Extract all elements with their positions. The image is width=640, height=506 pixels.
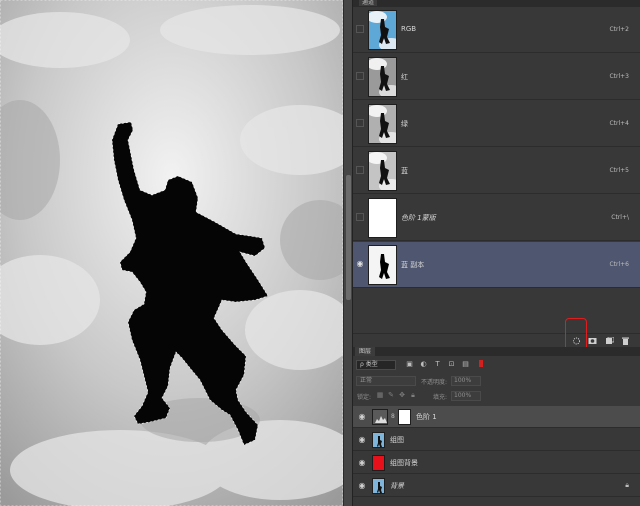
type-filter-icon[interactable]: T <box>433 360 442 369</box>
channel-thumbnail <box>368 57 397 97</box>
eye-icon[interactable]: ◉ <box>357 481 367 490</box>
layers-panel: 图层 ρ 类型 ▣ ◐ T ⊡ ▤ 正常 不透明度: 100% 锁定: ▦ ✎ … <box>352 347 640 506</box>
channel-shortcut: Ctrl+\ <box>611 214 629 221</box>
visibility-toggle[interactable] <box>356 213 364 221</box>
blend-mode-select[interactable]: 正常 <box>356 376 416 386</box>
shape-filter-icon[interactable]: ⊡ <box>447 360 456 369</box>
channel-row-rgb[interactable]: RGB Ctrl+2 <box>353 7 640 53</box>
channel-name: 红 <box>401 73 408 81</box>
layer-row-levels[interactable]: ◉ 8 色阶 1 <box>353 406 640 428</box>
blend-row: 正常 不透明度: 100% <box>353 375 640 387</box>
lock-paint-icon[interactable]: ✎ <box>387 391 395 400</box>
layer-row-background[interactable]: ◉ 背景 🔒︎ <box>353 475 640 497</box>
layer-thumbnail <box>372 432 385 448</box>
tab-channels[interactable]: 通道 <box>359 0 378 6</box>
eye-icon[interactable]: ◉ <box>357 412 367 421</box>
channel-shortcut: Ctrl+3 <box>609 73 629 80</box>
canvas-photo <box>0 0 343 506</box>
visibility-toggle[interactable] <box>356 25 364 33</box>
channel-thumbnail <box>368 198 397 238</box>
layer-row-group-image[interactable]: ◉ 组图 <box>353 429 640 451</box>
channel-name: 色阶 1蒙版 <box>401 214 436 222</box>
layer-thumbnail <box>372 478 385 494</box>
channel-row-levels-mask[interactable]: 色阶 1蒙版 Ctrl+\ <box>353 195 640 241</box>
opacity-label: 不透明度: <box>421 379 448 386</box>
layer-name: 背景 <box>390 482 404 490</box>
channels-tab-bar: 通道 <box>353 0 640 7</box>
fill-label: 填充: <box>433 394 448 401</box>
lock-row: 锁定: ▦ ✎ ✥ 🔒︎ 填充: 100% <box>353 390 640 402</box>
eye-icon[interactable]: ◉ <box>357 458 367 467</box>
lock-transparent-icon[interactable]: ▦ <box>376 391 384 400</box>
lock-all-icon[interactable]: 🔒︎ <box>409 391 417 400</box>
opacity-field[interactable]: 100% <box>451 376 481 386</box>
channels-panel: 通道 RGB Ctrl+2 红 Ctrl+3 绿 Ctrl+4 蓝 Ctrl+5 <box>352 0 640 361</box>
lock-position-icon[interactable]: ✥ <box>398 391 406 400</box>
save-selection-icon[interactable] <box>588 337 597 345</box>
adjustment-filter-icon[interactable]: ◐ <box>419 360 428 369</box>
channel-thumbnail <box>368 245 397 285</box>
channel-thumbnail <box>368 10 397 50</box>
tab-layers[interactable]: 图层 <box>355 347 376 356</box>
filter-kind-select[interactable]: ρ 类型 <box>356 360 396 370</box>
canvas-vertical-scrollbar[interactable] <box>343 0 352 506</box>
channels-footer-toolbar <box>353 333 640 347</box>
channel-thumbnail <box>368 151 397 191</box>
document-canvas[interactable] <box>0 0 343 506</box>
layer-name: 色阶 1 <box>416 413 437 421</box>
layer-row-group-background[interactable]: ◉ 组图背景 <box>353 452 640 474</box>
filter-toggle-switch[interactable] <box>479 360 483 367</box>
visibility-toggle[interactable] <box>356 72 364 80</box>
channel-row-red[interactable]: 红 Ctrl+3 <box>353 54 640 100</box>
layer-thumbnail <box>372 455 385 471</box>
channel-row-blue-copy[interactable]: ◉ 蓝 副本 Ctrl+6 <box>353 242 640 288</box>
channel-name: 绿 <box>401 120 408 128</box>
layer-name: 组图背景 <box>390 459 418 467</box>
layer-name: 组图 <box>390 436 404 444</box>
channel-shortcut: Ctrl+6 <box>609 261 629 268</box>
adjustment-layer-icon <box>372 409 388 425</box>
channel-name: RGB <box>401 25 417 33</box>
fill-field[interactable]: 100% <box>451 391 481 401</box>
layer-mask-thumbnail[interactable] <box>398 409 411 425</box>
channel-row-blue[interactable]: 蓝 Ctrl+5 <box>353 148 640 194</box>
channel-name: 蓝 <box>401 167 408 175</box>
image-filter-icon[interactable]: ▣ <box>405 360 414 369</box>
visibility-toggle[interactable] <box>356 119 364 127</box>
lock-label: 锁定: <box>357 394 372 401</box>
layer-filter-row: ρ 类型 ▣ ◐ T ⊡ ▤ <box>353 358 640 372</box>
lock-icon: 🔒︎ <box>625 481 629 489</box>
channel-shortcut: Ctrl+2 <box>609 26 629 33</box>
new-channel-icon[interactable] <box>605 337 614 345</box>
layers-tab-bar: 图层 <box>353 347 640 356</box>
eye-icon[interactable]: ◉ <box>357 435 367 444</box>
delete-channel-icon[interactable] <box>621 337 630 345</box>
channel-row-green[interactable]: 绿 Ctrl+4 <box>353 101 640 147</box>
chain-link-icon[interactable]: 8 <box>391 413 395 420</box>
visibility-toggle[interactable] <box>356 166 364 174</box>
channel-name: 蓝 副本 <box>401 261 425 269</box>
channel-thumbnail <box>368 104 397 144</box>
smart-object-filter-icon[interactable]: ▤ <box>461 360 470 369</box>
channel-shortcut: Ctrl+4 <box>609 120 629 127</box>
eye-icon[interactable]: ◉ <box>356 260 364 268</box>
channel-shortcut: Ctrl+5 <box>609 167 629 174</box>
scrollbar-thumb[interactable] <box>346 175 351 300</box>
